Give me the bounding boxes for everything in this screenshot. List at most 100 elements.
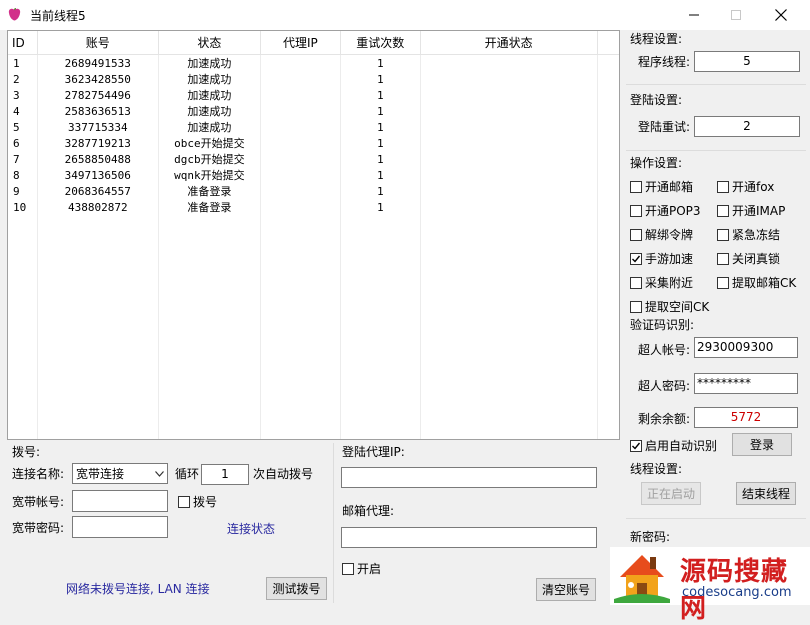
ops-checkbox-row[interactable]: 手游加速	[630, 250, 693, 267]
test-dial-button[interactable]: 测试拨号	[266, 577, 327, 600]
login-settings-label: 登陆设置:	[630, 93, 683, 107]
end-thread-button[interactable]: 结束线程	[736, 482, 796, 505]
col-header-id[interactable]: ID	[8, 31, 38, 55]
table-cell: 1	[340, 151, 421, 167]
settings-panel: 线程设置: 程序线程: 5 登陆设置: 登陆重试: 2 操作设置: 开通邮箱 开通…	[626, 30, 810, 605]
ops-checkbox[interactable]	[717, 228, 729, 241]
ops-checkbox-label: 开通IMAP	[732, 204, 786, 218]
table-cell: obce开始提交	[158, 135, 261, 151]
table-row[interactable]: 3 2782754496 加速成功 1	[8, 87, 619, 103]
broadband-account-label: 宽带帐号:	[12, 495, 65, 509]
program-threads-input[interactable]: 5	[694, 51, 800, 72]
ops-checkbox-row[interactable]: 开通fox	[717, 178, 774, 195]
mail-proxy-label: 邮箱代理:	[342, 504, 395, 518]
ops-checkbox[interactable]	[717, 276, 729, 289]
ops-checkbox-label: 关闭真锁	[732, 252, 781, 266]
table-cell	[260, 199, 341, 215]
table-cell: 2583636513	[37, 103, 159, 119]
table-row[interactable]: 6 3287719213 obce开始提交 1	[8, 135, 619, 151]
ops-checkbox-label: 开通fox	[732, 180, 775, 194]
ops-checkbox[interactable]	[630, 276, 642, 289]
ops-checkbox-row[interactable]: 提取空间CK	[630, 298, 709, 315]
ops-checkbox[interactable]	[717, 180, 729, 193]
table-row[interactable]: 8 3497136506 wqnk开始提交 1	[8, 167, 619, 183]
broadband-account-input[interactable]	[72, 490, 168, 512]
table-row[interactable]: 10 438802872 准备登录 1	[8, 199, 619, 215]
table-row[interactable]: 2 3623428550 加速成功 1	[8, 71, 619, 87]
ops-checkbox[interactable]	[630, 300, 642, 313]
dial-checkbox-label: 拨号	[193, 495, 218, 509]
balance-value: 5772	[694, 407, 798, 428]
table-cell	[260, 54, 341, 71]
ops-checkbox[interactable]	[717, 252, 729, 265]
ops-checkbox-row[interactable]: 解绑令牌	[630, 226, 693, 243]
table-row[interactable]: 9 2068364557 准备登录 1	[8, 183, 619, 199]
table-filler-row	[8, 215, 619, 439]
table-cell	[420, 199, 598, 215]
dial-checkbox-row[interactable]: 拨号	[178, 493, 217, 510]
col-header-account[interactable]: 账号	[37, 31, 159, 55]
table-cell: 2689491533	[37, 54, 159, 71]
table-cell: 1	[340, 54, 421, 71]
login-proxy-input[interactable]	[341, 467, 597, 488]
ops-checkbox-row[interactable]: 开通IMAP	[717, 202, 785, 219]
mail-proxy-input[interactable]	[341, 527, 597, 548]
table-cell: 加速成功	[158, 71, 261, 87]
ops-checkbox-row[interactable]: 紧急冻结	[717, 226, 780, 243]
table-cell: 3287719213	[37, 135, 159, 151]
table-row[interactable]: 4 2583636513 加速成功 1	[8, 103, 619, 119]
ops-checkbox[interactable]	[630, 204, 642, 217]
table-cell: 加速成功	[158, 103, 261, 119]
table-row[interactable]: 1 2689491533 加速成功 1	[8, 54, 619, 71]
login-retry-label: 登陆重试:	[638, 120, 691, 134]
ops-checkbox[interactable]	[630, 180, 642, 193]
enable-proxy-checkbox[interactable]	[342, 562, 354, 575]
ops-checkbox-row[interactable]: 关闭真锁	[717, 250, 780, 267]
clear-accounts-button[interactable]: 清空账号	[536, 578, 596, 601]
table-row[interactable]: 5 337715334 加速成功 1	[8, 119, 619, 135]
auto-recognize-checkbox[interactable]	[630, 439, 642, 452]
minimize-button[interactable]	[671, 0, 717, 30]
super-password-label: 超人密码:	[638, 379, 691, 393]
connection-status-link[interactable]: 连接状态	[227, 520, 275, 537]
balance-label: 剩余余额:	[638, 412, 691, 426]
maximize-button[interactable]	[713, 0, 759, 30]
table-cell	[260, 183, 341, 199]
close-icon	[775, 9, 787, 21]
col-header-status[interactable]: 状态	[158, 31, 261, 55]
col-header-retry-count[interactable]: 重试次数	[340, 31, 421, 55]
table-cell: 2782754496	[37, 87, 159, 103]
ops-checkbox-row[interactable]: 提取邮箱CK	[717, 274, 796, 291]
super-account-input[interactable]: 2930009300	[694, 337, 798, 358]
cycle-input[interactable]: 1	[201, 464, 249, 485]
table-cell: 1	[8, 54, 38, 71]
auto-recognize-row[interactable]: 启用自动识别	[630, 437, 717, 454]
ops-checkbox-row[interactable]: 开通邮箱	[630, 178, 693, 195]
checkmark-icon	[632, 255, 641, 263]
starting-button[interactable]: 正在启动	[641, 482, 701, 505]
table-cell	[420, 167, 598, 183]
dial-checkbox[interactable]	[178, 495, 190, 508]
connection-name-select[interactable]: 宽带连接	[72, 463, 168, 484]
ops-checkbox[interactable]	[630, 252, 642, 265]
ops-checkbox[interactable]	[717, 204, 729, 217]
account-table[interactable]: ID 账号 状态 代理IP 重试次数 开通状态 1 2689491533 加速成功 1…	[7, 30, 620, 440]
table-row[interactable]: 7 2658850488 dgcb开始提交 1	[8, 151, 619, 167]
col-header-proxy-ip[interactable]: 代理IP	[260, 31, 341, 55]
table-cell	[260, 135, 341, 151]
table-cell: 3	[8, 87, 38, 103]
super-password-input[interactable]: *********	[694, 373, 798, 394]
table-cell: 3623428550	[37, 71, 159, 87]
table-cell-spacer	[597, 119, 619, 135]
ops-checkbox[interactable]	[630, 228, 642, 241]
ops-checkbox-row[interactable]: 开通POP3	[630, 202, 701, 219]
login-button[interactable]: 登录	[732, 433, 792, 456]
broadband-password-input[interactable]	[72, 516, 168, 538]
col-header-open-status[interactable]: 开通状态	[420, 31, 598, 55]
app-icon	[8, 8, 21, 21]
ops-checkbox-row[interactable]: 采集附近	[630, 274, 693, 291]
enable-proxy-row[interactable]: 开启	[342, 560, 381, 577]
login-retry-input[interactable]: 2	[694, 116, 800, 137]
close-button[interactable]	[758, 0, 804, 30]
captcha-settings-label: 验证码识别:	[630, 318, 695, 332]
